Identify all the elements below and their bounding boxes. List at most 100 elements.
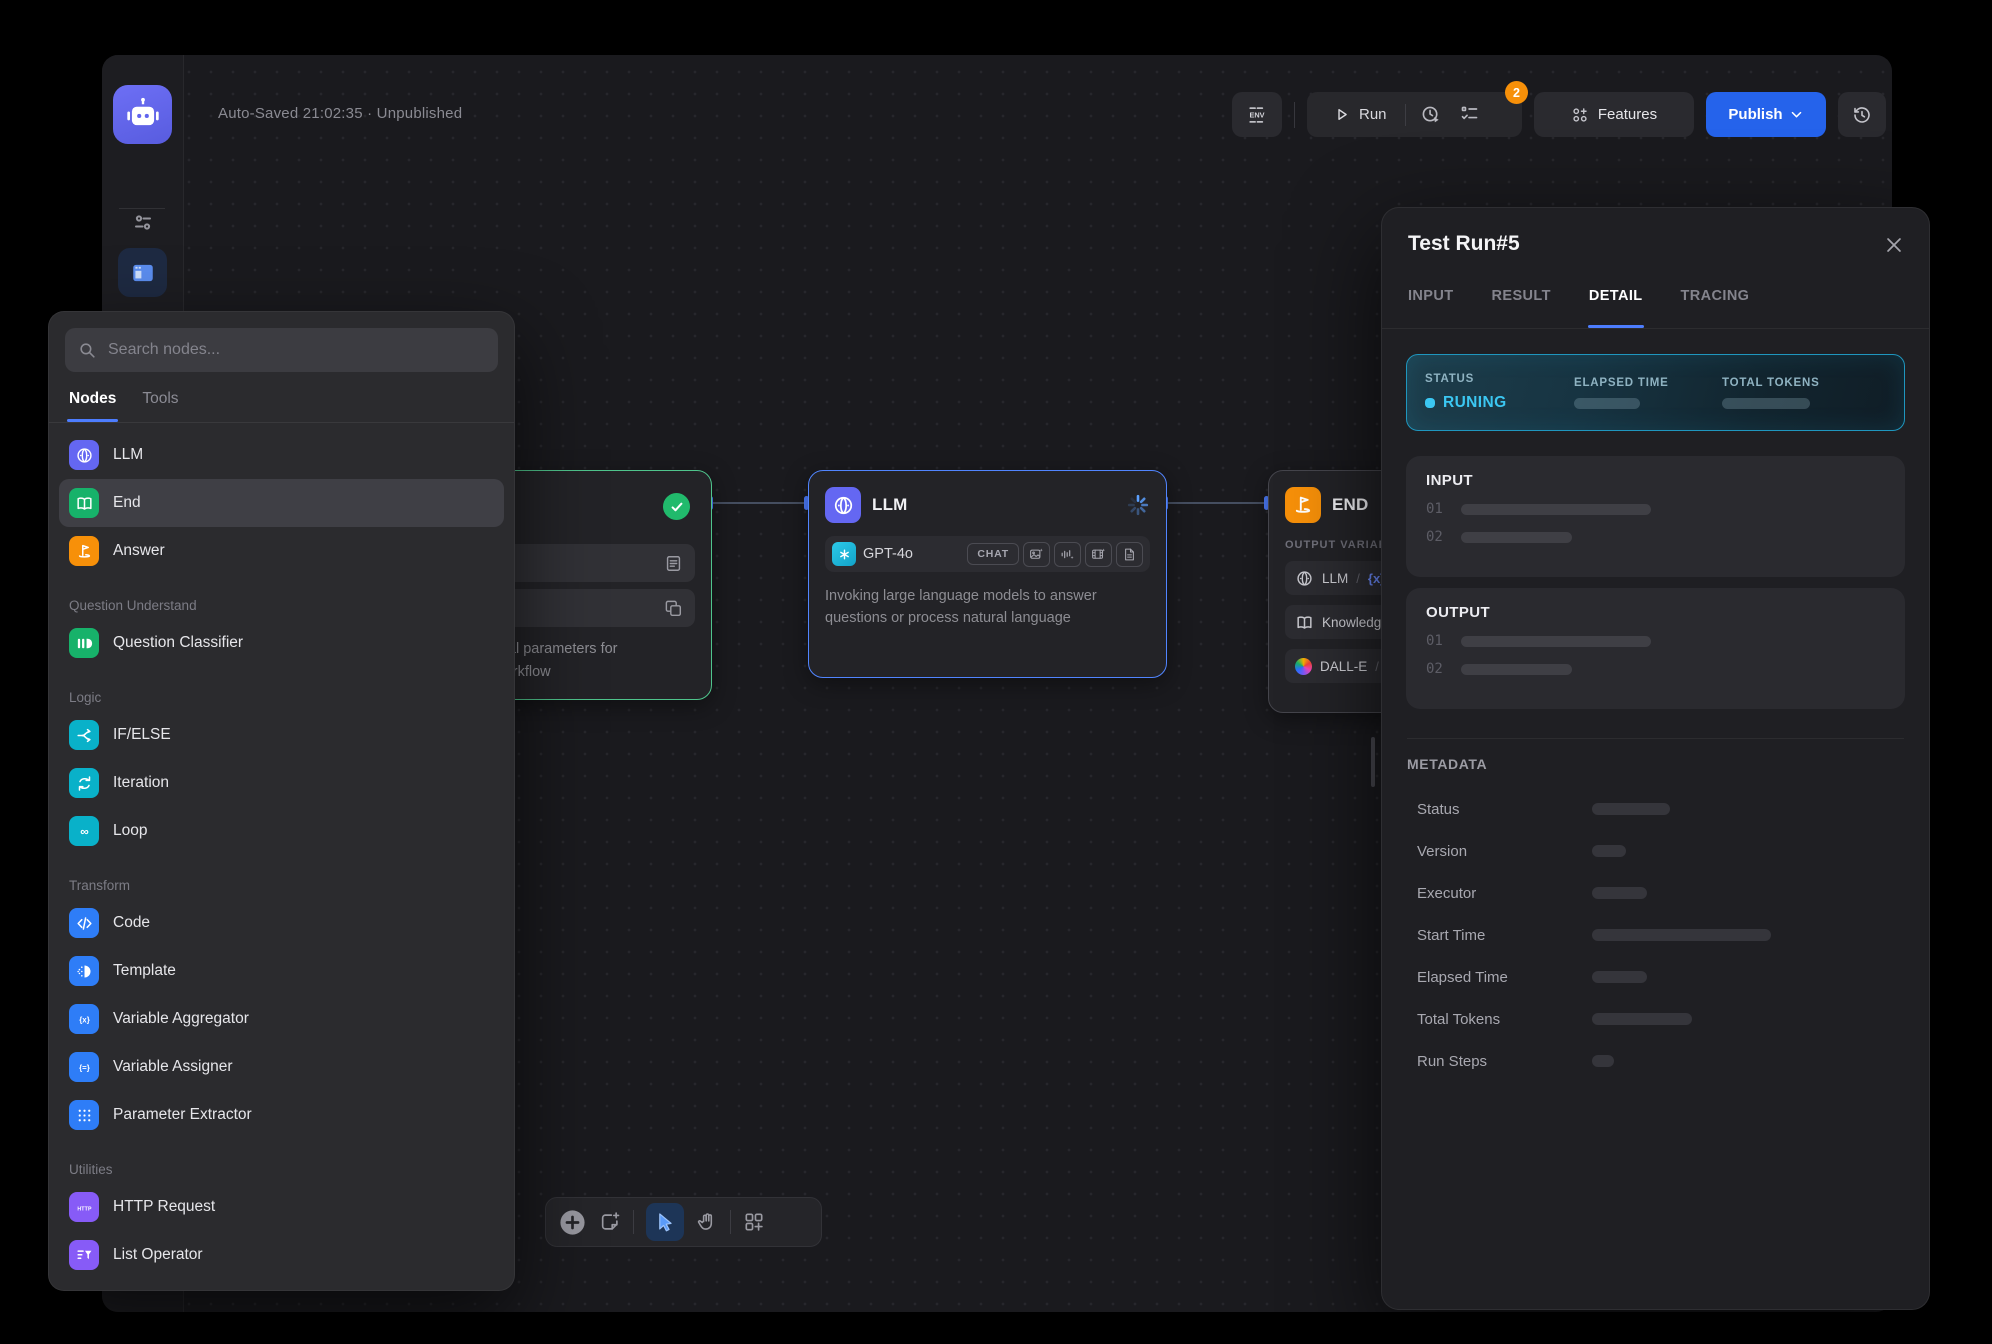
answer-flag-icon [69,536,99,566]
skeleton-row: 01 [1426,501,1885,517]
tab-tracing[interactable]: TRACING [1681,280,1750,328]
palette-item-code[interactable]: Code [59,899,504,947]
run-history-clock-icon[interactable] [1420,104,1441,125]
autosave-status: Auto-Saved 21:02:35 · Unpublished [218,90,462,136]
history-icon [1852,105,1872,125]
sliders-icon[interactable] [131,211,155,235]
palette-item-http-request[interactable]: HTTP HTTP Request [59,1183,504,1231]
palette-item-llm[interactable]: LLM [59,431,504,479]
checklist-icon[interactable] [1459,104,1480,125]
if-else-icon [69,720,99,750]
document-lines-icon [664,554,683,573]
features-button[interactable]: Features [1534,92,1694,137]
tab-tools[interactable]: Tools [142,386,178,422]
palette-item-label: Iteration [113,774,169,792]
input-card-title: INPUT [1426,472,1885,489]
palette-item-iteration[interactable]: Iteration [59,759,504,807]
version-history-button[interactable] [1838,92,1886,137]
chat-mode-badge: CHAT [967,543,1019,565]
status-card: STATUS RUNING ELAPSED TIME TOTAL TOKENS [1406,354,1905,431]
llm-node-description: Invoking large language models to answer… [825,585,1125,629]
tab-detail[interactable]: DETAIL [1589,280,1643,328]
dalle-pinwheel-icon [1295,658,1312,675]
add-node-button[interactable] [558,1208,587,1237]
pointer-mode-button[interactable] [646,1203,684,1241]
app-robot-icon[interactable] [113,85,172,144]
tab-result[interactable]: RESULT [1492,280,1551,328]
template-icon [69,956,99,986]
metadata-title: METADATA [1406,756,1905,772]
palette-item-label: List Operator [113,1246,203,1264]
panel-title: Test Run#5 [1408,232,1520,256]
palette-item-label: Answer [113,542,165,560]
palette-item-template[interactable]: Template [59,947,504,995]
chevron-down-icon [1789,107,1804,122]
palette-item-label: Variable Assigner [113,1058,232,1076]
palette-item-loop[interactable]: ∞ Loop [59,807,504,855]
tab-input[interactable]: INPUT [1408,280,1454,328]
total-tokens-label: TOTAL TOKENS [1722,377,1820,389]
close-icon[interactable] [1883,234,1905,256]
publish-button[interactable]: Publish [1706,92,1826,137]
loading-spinner-icon [1126,493,1150,517]
skeleton-bar [1722,398,1810,409]
palette-item-answer[interactable]: Answer [59,527,504,575]
add-note-button[interactable] [599,1211,621,1233]
question-classifier-icon [69,628,99,658]
palette-item-label: LLM [113,446,143,464]
tab-nodes[interactable]: Nodes [69,386,116,422]
svg-text:HTTP: HTTP [77,1206,92,1212]
toolbar-separator [1294,102,1295,128]
success-check-icon [663,493,690,520]
audio-sparkle-icon [1054,542,1081,567]
palette-item-label: Loop [113,822,147,840]
copy-icon [664,599,683,618]
llm-brain-icon [69,440,99,470]
code-icon [69,908,99,938]
palette-item-label: Parameter Extractor [113,1106,252,1124]
hand-mode-button[interactable] [696,1211,718,1233]
palette-item-label: HTTP Request [113,1198,215,1216]
run-button[interactable]: Run [1359,106,1387,123]
skeleton-row: 02 [1426,661,1885,677]
openai-logo-icon [832,542,856,566]
palette-item-label: End [113,494,141,512]
skeleton-bar [1574,398,1640,409]
video-sparkle-icon [1085,542,1112,567]
palette-item-label: IF/ELSE [113,726,171,744]
test-run-panel: Test Run#5 INPUT RESULT DETAIL TRACING STAT… [1381,207,1930,1310]
palette-item-if-else[interactable]: IF/ELSE [59,711,504,759]
variable-assigner-icon: {=} [69,1052,99,1082]
metadata-row-start-time: Start Time [1406,914,1905,956]
edge-start-to-llm [712,502,808,504]
organize-nodes-button[interactable] [743,1211,765,1233]
search-nodes-input[interactable] [106,340,485,360]
palette-item-list-operator[interactable]: List Operator [59,1231,504,1279]
palette-item-variable-aggregator[interactable]: {x}Variable Aggregator [59,995,504,1043]
panel-resize-handle[interactable] [1371,737,1375,787]
svg-text:{=}: {=} [79,1063,90,1072]
metadata-row-elapsed-time: Elapsed Time [1406,956,1905,998]
edge-llm-to-end [1167,502,1268,504]
document-icon [1116,542,1143,567]
palette-item-question-classifier[interactable]: Question Classifier [59,619,504,667]
llm-node[interactable]: LLM GPT-4o CHAT Invoking large language … [808,470,1167,678]
input-card: INPUT 0102 [1406,456,1905,577]
output-card-title: OUTPUT [1426,604,1885,621]
palette-item-variable-assigner[interactable]: {=} Variable Assigner [59,1043,504,1091]
metadata-row-total-tokens: Total Tokens [1406,998,1905,1040]
model-selector[interactable]: GPT-4o CHAT [825,536,1150,572]
env-icon: ENV [1244,104,1270,126]
env-variables-button[interactable]: ENV [1232,92,1282,137]
end-node-title: END [1332,495,1369,515]
features-icon [1571,106,1589,124]
parameter-extractor-icon [69,1100,99,1130]
metadata-row-executor: Executor [1406,872,1905,914]
variable-aggregator-icon: {x} [69,1004,99,1034]
search-box[interactable] [65,328,498,372]
svg-text:∞: ∞ [80,824,88,838]
preview-window-icon[interactable] [118,248,167,297]
palette-item-parameter-extractor[interactable]: Parameter Extractor [59,1091,504,1139]
palette-item-end[interactable]: End [59,479,504,527]
node-palette: Nodes Tools LLMEndAnswerQuestion Underst… [48,311,515,1291]
